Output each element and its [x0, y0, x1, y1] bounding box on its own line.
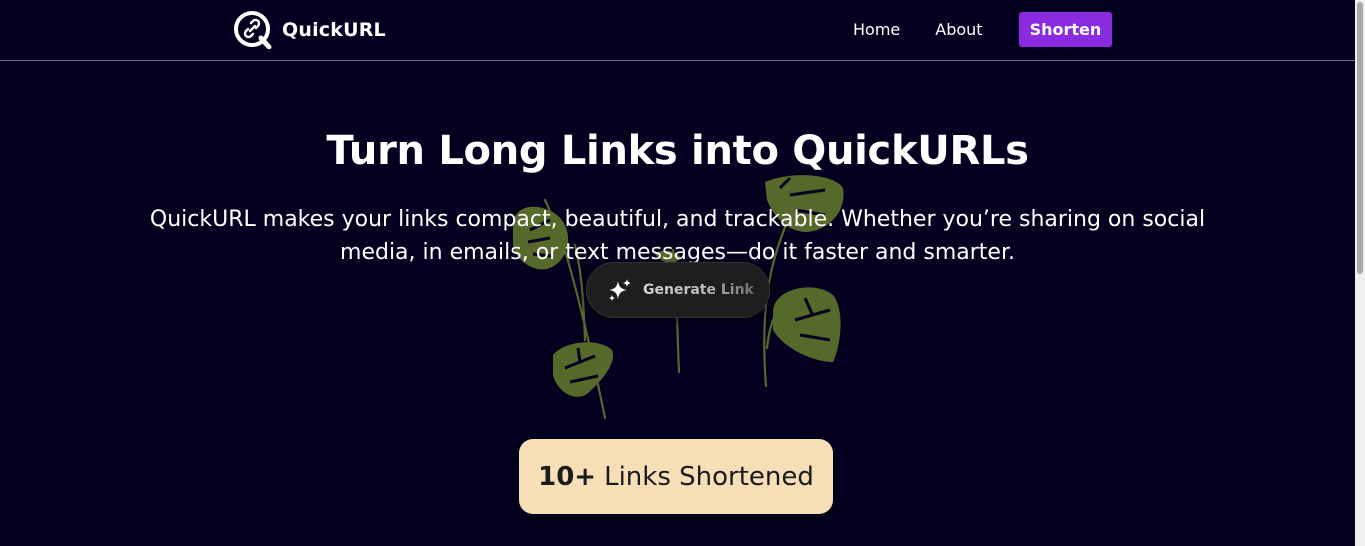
- leaf-left-bottom: [553, 342, 614, 397]
- generate-link-label: Generate Link: [643, 282, 754, 298]
- link-icon: [234, 11, 272, 49]
- page: QuickURL Home About Shorten Turn Long Li…: [0, 0, 1365, 546]
- scrollbar[interactable]: [1355, 0, 1365, 546]
- links-shortened-count: 10+: [538, 461, 597, 492]
- brand-logo[interactable]: QuickURL: [234, 11, 386, 49]
- hero-title: Turn Long Links into QuickURLs: [326, 127, 1029, 174]
- nav-links: Home About Shorten: [853, 12, 1113, 47]
- links-shortened-card: 10+ Links Shortened: [519, 439, 833, 514]
- scrollbar-thumb[interactable]: [1357, 2, 1363, 274]
- nav-about-link[interactable]: About: [935, 20, 982, 39]
- brand-name: QuickURL: [282, 19, 386, 41]
- sparkles-icon: [609, 279, 631, 301]
- links-shortened-label: Links Shortened: [604, 461, 814, 492]
- shorten-button[interactable]: Shorten: [1018, 12, 1113, 47]
- navbar: QuickURL Home About Shorten: [0, 0, 1355, 61]
- generate-link-button[interactable]: Generate Link: [586, 262, 770, 318]
- hero-subtitle: QuickURL makes your links compact, beaut…: [149, 207, 1206, 265]
- nav-home-link[interactable]: Home: [853, 20, 900, 39]
